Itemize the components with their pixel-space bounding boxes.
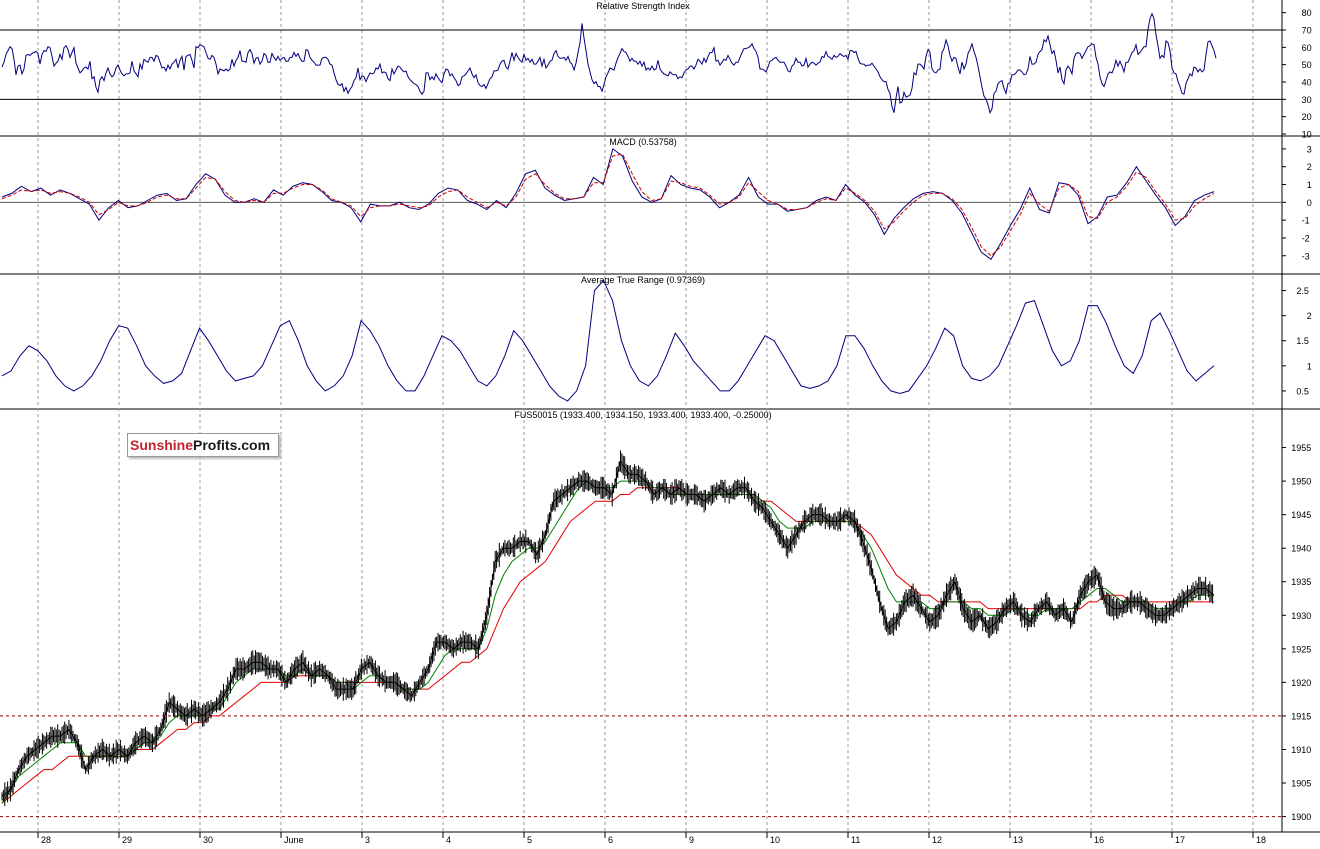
x-tick-label: 11 bbox=[851, 835, 860, 844]
y-tick-label: 1930 bbox=[1291, 611, 1311, 621]
ma-slow-line bbox=[1, 487, 1214, 804]
price-line bbox=[1, 459, 1215, 797]
y-tick-label: 2 bbox=[1307, 162, 1312, 172]
y-tick-label: 0 bbox=[1307, 198, 1312, 208]
x-tick-label: 13 bbox=[1013, 835, 1023, 844]
logo-part-profits: Profits.com bbox=[193, 437, 271, 453]
x-tick-label: 6 bbox=[608, 835, 613, 844]
x-tick-label: 4 bbox=[446, 835, 451, 844]
tick-labels: 1020304050607080Relative Strength Index-… bbox=[37, 1, 1312, 845]
y-tick-label: 1935 bbox=[1291, 577, 1311, 587]
atr-line bbox=[1, 279, 1215, 402]
x-tick-label: 3 bbox=[365, 835, 370, 844]
y-tick-label: 1905 bbox=[1291, 779, 1311, 789]
x-tick-label: June bbox=[284, 835, 304, 844]
chart-stage: 10 20 30 40 50 60 70 80 Relative Strength Index -… bbox=[0, 0, 1320, 845]
x-tick-label: 28 bbox=[41, 835, 51, 844]
x-tick-label: 17 bbox=[1175, 835, 1185, 844]
y-tick-label: -1 bbox=[1302, 216, 1310, 226]
y-tick-label: 40 bbox=[1302, 78, 1312, 88]
x-tick-label: 12 bbox=[932, 835, 942, 844]
y-tick-label: 1955 bbox=[1291, 443, 1311, 453]
y-tick-label: 1920 bbox=[1291, 678, 1311, 688]
y-tick-label: 2.5 bbox=[1296, 286, 1309, 296]
x-tick-label: 29 bbox=[122, 835, 132, 844]
pane-title: FUS50015 (1933.400, 1934.150, 1933.400, … bbox=[514, 410, 771, 420]
logo-part-sunshine: Sunshine bbox=[130, 437, 194, 453]
rsi-line bbox=[1, 12, 1217, 115]
x-tick-label: 30 bbox=[203, 835, 213, 844]
y-tick-label: 1.5 bbox=[1296, 336, 1309, 346]
x-tick-label: 9 bbox=[689, 835, 694, 844]
y-tick-label: 0.5 bbox=[1296, 386, 1309, 396]
pane-title: Average True Range (0.97369) bbox=[581, 275, 705, 285]
y-tick-label: 50 bbox=[1302, 60, 1312, 70]
pane-title: MACD (0.53758) bbox=[609, 137, 677, 147]
y-tick-label: 1 bbox=[1307, 361, 1312, 371]
y-tick-label: 2 bbox=[1307, 311, 1312, 321]
x-tick-label: 5 bbox=[527, 835, 532, 844]
chart-canvas: 1020304050607080Relative Strength Index-… bbox=[0, 0, 1320, 845]
x-tick-label: 16 bbox=[1094, 835, 1104, 844]
y-tick-label: 10 bbox=[1302, 130, 1312, 140]
y-tick-label: 1910 bbox=[1291, 745, 1311, 755]
y-tick-label: 60 bbox=[1302, 43, 1312, 53]
x-tick-label: 18 bbox=[1256, 835, 1266, 844]
y-tick-label: 1915 bbox=[1291, 711, 1311, 721]
y-tick-label: 3 bbox=[1307, 144, 1312, 154]
y-tick-label: 20 bbox=[1302, 112, 1312, 122]
pane-title: Relative Strength Index bbox=[596, 1, 690, 11]
y-tick-label: -2 bbox=[1302, 233, 1310, 243]
y-tick-label: 30 bbox=[1302, 95, 1312, 105]
x-tick-label: 10 bbox=[770, 835, 780, 844]
y-tick-label: 1945 bbox=[1291, 510, 1311, 520]
y-tick-label: 1950 bbox=[1291, 477, 1311, 487]
y-tick-label: 1 bbox=[1307, 180, 1312, 190]
y-tick-label: 70 bbox=[1302, 26, 1312, 36]
sunshine-profits-logo: SunshineProfits.com bbox=[127, 433, 280, 457]
macd-line bbox=[1, 148, 1215, 261]
price-bars bbox=[1, 450, 1214, 807]
y-tick-label: 80 bbox=[1302, 8, 1312, 18]
y-tick-label: -3 bbox=[1302, 251, 1310, 261]
macd-signal-line bbox=[1, 153, 1215, 257]
y-tick-label: 1925 bbox=[1291, 644, 1311, 654]
y-tick-label: 1900 bbox=[1291, 812, 1311, 822]
ma-fast-line bbox=[1, 480, 1214, 804]
y-tick-label: 1940 bbox=[1291, 544, 1311, 554]
